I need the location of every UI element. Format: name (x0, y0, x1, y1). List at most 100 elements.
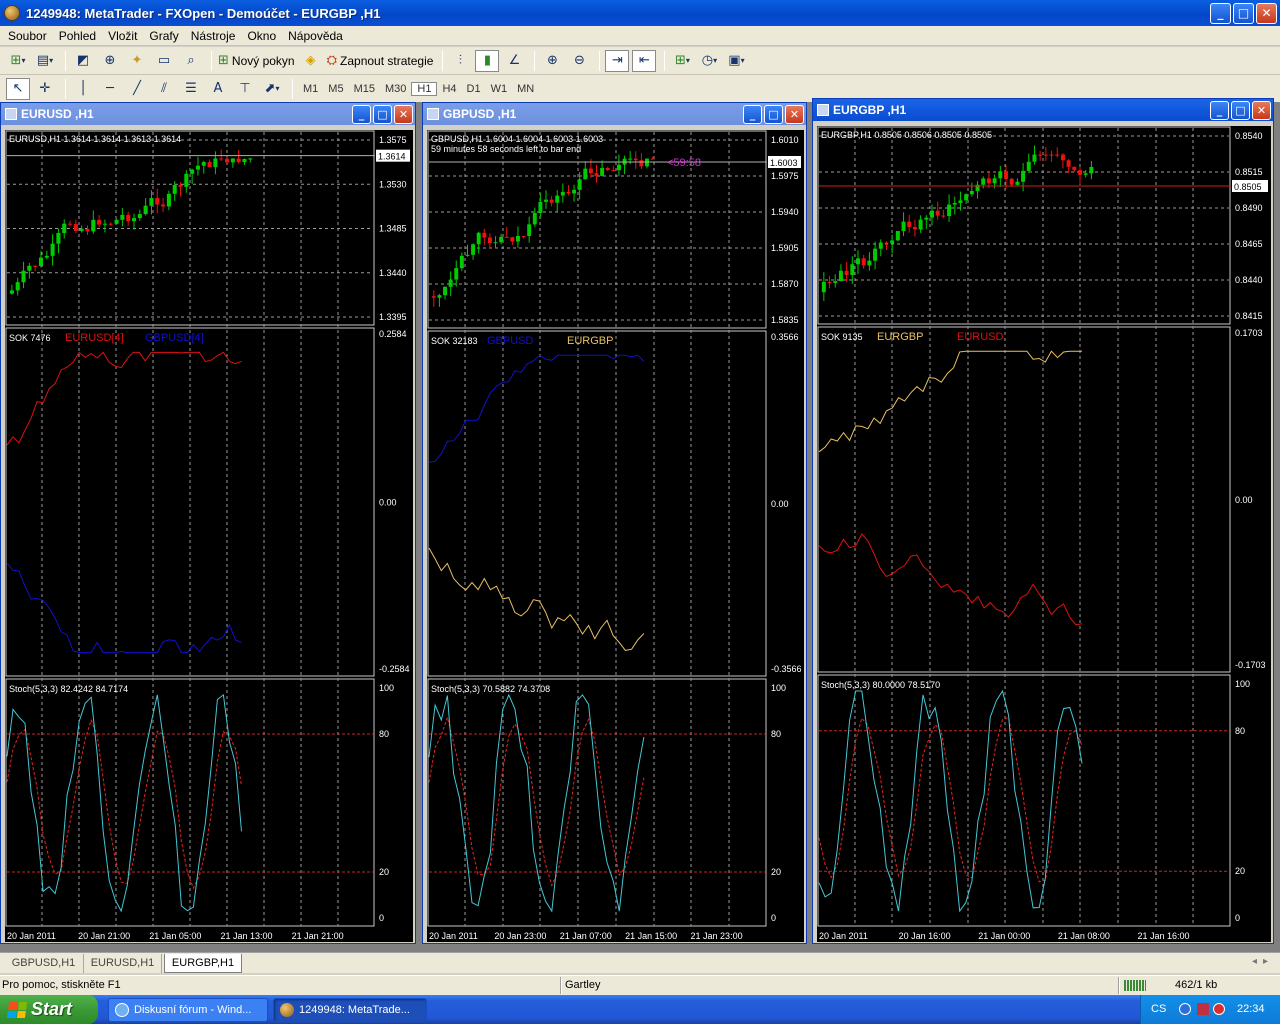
text-label-icon[interactable]: ⊤ (233, 78, 257, 100)
market-watch-icon[interactable]: ◩ (71, 50, 95, 72)
tab-scroll-arrows[interactable]: ◂▸ (1252, 956, 1274, 967)
chart-shift-icon[interactable]: ⇤ (632, 49, 657, 72)
zoom-out-icon[interactable]: ⊖ (567, 50, 591, 72)
candlestick-chart-icon[interactable]: ▮ (475, 49, 500, 72)
chart-canvas[interactable]: 0.8540 0.8515 0.8490 0.8465 0.8440 0.8415 0.85… (817, 126, 1271, 942)
chart-window-title[interactable]: EURGBP ,H1 _ □ ✕ (813, 99, 1273, 121)
templates-icon[interactable]: ▣ ▾ (724, 50, 748, 72)
expert-advisors-button[interactable]: ⛭ Zapnout strategie (326, 50, 435, 72)
chart-window-title[interactable]: EURUSD ,H1 _ □ ✕ (1, 103, 415, 125)
minimize-button[interactable]: _ (1210, 101, 1229, 120)
candle-body (1026, 161, 1031, 171)
candle-body (102, 223, 107, 225)
chart-canvas[interactable]: 1.3575 1.3530 1.3485 1.3440 1.3395 1.3614 EURU… (5, 130, 413, 942)
sok-tick-label: 0.1703 (1235, 328, 1263, 338)
new-chart-icon[interactable]: ⊞ ▾ (6, 50, 30, 72)
zoom-in-icon[interactable]: ⊕ (540, 50, 564, 72)
new-order-button[interactable]: ⊞ Nový pokyn (217, 50, 296, 72)
candle-body (230, 158, 235, 163)
minimize-button[interactable]: _ (743, 105, 762, 124)
tray-arrow-icon[interactable] (1179, 1003, 1191, 1015)
maximize-button[interactable]: □ (1231, 101, 1250, 120)
minimize-button[interactable]: _ (352, 105, 371, 124)
status-profile[interactable]: Gartley (565, 979, 600, 991)
tray-alert-icon[interactable] (1213, 1003, 1225, 1015)
auto-scroll-icon[interactable]: ⇥ (605, 49, 630, 72)
menu-vlozit[interactable]: Vložit (102, 29, 143, 43)
menu-soubor[interactable]: Soubor (2, 29, 53, 43)
timeframe-d1[interactable]: D1 (462, 83, 486, 95)
fibonacci-icon[interactable]: ☰ (179, 78, 203, 100)
menu-napoveda[interactable]: Nápověda (282, 29, 349, 43)
language-indicator[interactable]: CS (1151, 1003, 1166, 1015)
vertical-line-icon[interactable]: │ (71, 78, 95, 100)
timeframe-m5[interactable]: M5 (323, 83, 348, 95)
chart-window-title-text: EURGBP ,H1 (833, 103, 907, 117)
metaeditor-icon[interactable]: ◈ (299, 50, 323, 72)
timeframe-m30[interactable]: M30 (380, 83, 411, 95)
candle-body (827, 281, 832, 283)
menu-grafy[interactable]: Grafy (143, 29, 184, 43)
minimize-button[interactable]: _ (1210, 3, 1231, 24)
close-button[interactable]: ✕ (1256, 3, 1277, 24)
menu-pohled[interactable]: Pohled (53, 29, 102, 43)
menu-nastroje[interactable]: Nástroje (185, 29, 242, 43)
data-window-icon[interactable]: ⊕ (98, 50, 122, 72)
timeframe-mn[interactable]: MN (512, 83, 539, 95)
horizontal-line-icon[interactable]: ─ (98, 78, 122, 100)
candle-body (861, 258, 866, 266)
chart-svg[interactable]: 0.8540 0.8515 0.8490 0.8465 0.8440 0.8415 0.85… (817, 126, 1271, 942)
chart-canvas[interactable]: 1.6010 1.5975 1.5940 1.5905 1.5870 1.5835 1.60… (427, 130, 804, 942)
terminal-icon[interactable]: ▭ (152, 50, 176, 72)
main-title-bar[interactable]: 1249948: MetaTrader - FXOpen - Demoúčet … (0, 0, 1280, 26)
chart-svg[interactable]: 1.6010 1.5975 1.5940 1.5905 1.5870 1.5835 1.60… (427, 130, 804, 942)
candle-body (443, 286, 447, 296)
arrows-icon[interactable]: ⬈ ▾ (260, 78, 284, 100)
chart-window-title[interactable]: GBPUSD ,H1 _ □ ✕ (423, 103, 806, 125)
navigator-icon[interactable]: ✦ (125, 50, 149, 72)
menu-okno[interactable]: Okno (241, 29, 282, 43)
candle-body (588, 168, 593, 174)
candle-body (639, 160, 644, 167)
chart-window-gbpusd[interactable]: GBPUSD ,H1 _ □ ✕ 1.6010 1.5975 1.5940 1.590… (422, 102, 807, 944)
candle-body (844, 270, 849, 276)
tab-eurusd[interactable]: EURUSD,H1 (84, 954, 162, 973)
stoch-tick-label: 80 (1235, 726, 1245, 736)
line-chart-icon[interactable]: ∠ (502, 50, 526, 72)
close-button[interactable]: ✕ (394, 105, 413, 124)
timeframe-m1[interactable]: M1 (298, 83, 323, 95)
close-button[interactable]: ✕ (785, 105, 804, 124)
timeframe-h1[interactable]: H1 (411, 81, 438, 96)
timeframe-h4[interactable]: H4 (437, 83, 461, 95)
cursor-icon[interactable]: ↖ (6, 77, 30, 100)
trendline-icon[interactable]: ╱ (125, 78, 149, 100)
bar-chart-icon[interactable]: ⫶ (448, 50, 472, 72)
timeframe-m15[interactable]: M15 (349, 83, 380, 95)
periods-icon[interactable]: ◷ ▾ (697, 50, 721, 72)
tab-eurgbp[interactable]: EURGBP,H1 (164, 954, 242, 973)
chart-window-eurusd[interactable]: EURUSD ,H1 _ □ ✕ 1.3575 1.3530 1.3485 1.344… (0, 102, 416, 944)
metatrader-icon (280, 1003, 294, 1017)
chart-header: EURGBP,H1 0.8505 0.8506 0.8505 0.8505 (821, 130, 992, 140)
profiles-icon[interactable]: ▤ ▾ (33, 50, 57, 72)
candle-body (1083, 173, 1088, 175)
close-button[interactable]: ✕ (1252, 101, 1271, 120)
maximize-button[interactable]: □ (764, 105, 783, 124)
crosshair-icon[interactable]: ✛ (33, 78, 57, 100)
indicators-icon[interactable]: ⊞ ▾ (670, 50, 694, 72)
taskbar-item-metatrader[interactable]: 1249948: MetaTrade... (273, 998, 427, 1022)
maximize-button[interactable]: □ (373, 105, 392, 124)
price-tick-label: 1.3575 (379, 135, 407, 145)
start-button[interactable]: Start (0, 995, 98, 1024)
timeframe-w1[interactable]: W1 (486, 83, 513, 95)
chart-svg[interactable]: 1.3575 1.3530 1.3485 1.3440 1.3395 1.3614 EURU… (5, 130, 413, 942)
equidistant-channel-icon[interactable]: ⫽ (152, 78, 176, 100)
text-icon[interactable]: A (206, 78, 230, 100)
chart-window-eurgbp[interactable]: EURGBP ,H1 _ □ ✕ 0.8540 0.8515 0.8490 0.846… (812, 98, 1274, 944)
tray-app-icon[interactable] (1197, 1003, 1209, 1015)
taskbar-item-browser[interactable]: Diskusní fórum - Wind... (108, 998, 268, 1022)
maximize-button[interactable]: □ (1233, 3, 1254, 24)
strategy-tester-icon[interactable]: ⌕ (179, 50, 203, 72)
new-order-label: Nový pokyn (231, 53, 295, 68)
tab-gbpusd[interactable]: GBPUSD,H1 (4, 954, 84, 973)
